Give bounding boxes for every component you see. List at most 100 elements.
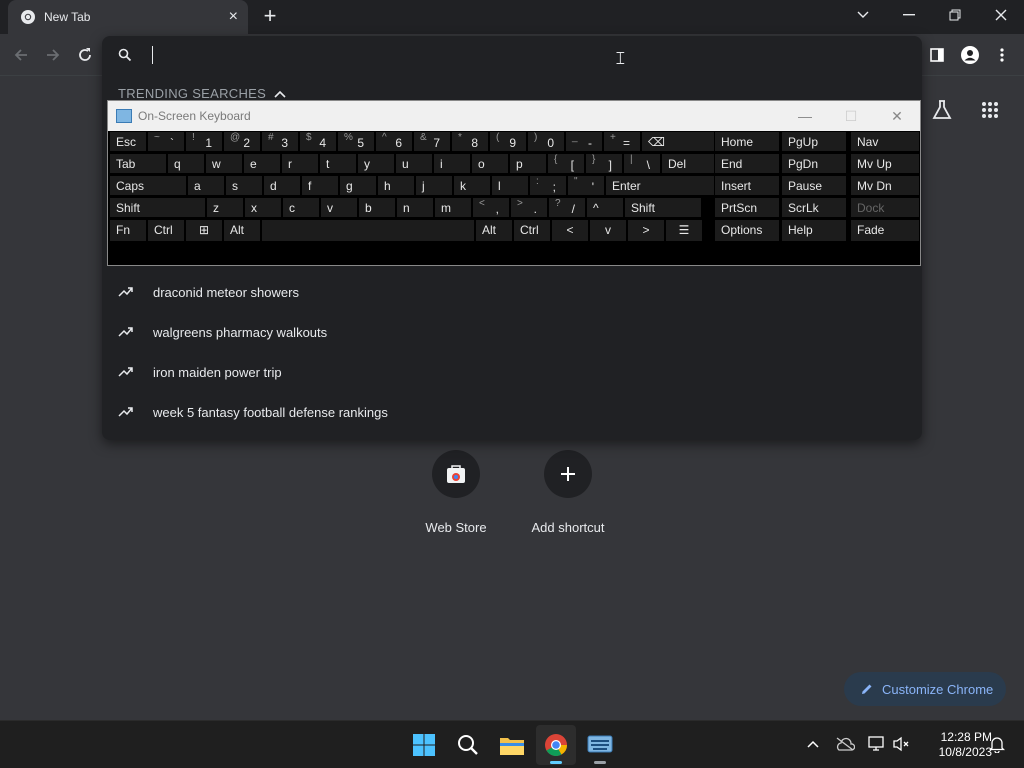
osk-key[interactable]: % 5 (337, 131, 375, 152)
osk-nav-key[interactable]: Fade (850, 219, 920, 242)
osk-key[interactable]: b (358, 197, 396, 218)
osk-key[interactable]: Esc (109, 131, 147, 152)
osk-key[interactable]: r (281, 153, 319, 174)
osk-key[interactable]: s (225, 175, 263, 196)
osk-key[interactable]: a (187, 175, 225, 196)
side-panel-icon[interactable] (925, 43, 949, 67)
suggestion-item[interactable]: walgreens pharmacy walkouts (102, 312, 922, 352)
new-tab-button[interactable]: + (258, 4, 282, 28)
osk-key[interactable]: t (319, 153, 357, 174)
shortcut-web-store[interactable]: Web Store (406, 450, 506, 535)
osk-nav-key[interactable]: ScrLk (781, 197, 847, 218)
volume-muted-icon[interactable] (890, 733, 912, 755)
osk-nav-key[interactable]: Pause (781, 175, 847, 196)
osk-key[interactable]: w (205, 153, 243, 174)
notification-bell-icon[interactable] (986, 733, 1008, 755)
osk-key[interactable]: <, (472, 197, 510, 218)
osk-key[interactable]: Ctrl (147, 219, 185, 242)
osk-key[interactable]: e (243, 153, 281, 174)
search-icon[interactable] (448, 725, 488, 765)
osk-key[interactable]: k (453, 175, 491, 196)
osk-key[interactable]: l (491, 175, 529, 196)
close-window-icon[interactable] (978, 0, 1024, 30)
osk-key[interactable]: o (471, 153, 509, 174)
osk-key[interactable]: >. (510, 197, 548, 218)
add-shortcut-button[interactable]: Add shortcut (518, 450, 618, 535)
osk-key[interactable]: ⌫ (641, 131, 719, 152)
suggestion-item[interactable]: week 5 fantasy football defense rankings (102, 392, 922, 432)
osk-minimize-icon[interactable]: — (782, 101, 828, 131)
osk-key[interactable]: j (415, 175, 453, 196)
file-explorer-icon[interactable] (492, 725, 532, 765)
osk-key[interactable]: & 7 (413, 131, 451, 152)
minimize-icon[interactable] (886, 0, 932, 30)
osk-key[interactable]: ☰ (665, 219, 703, 242)
start-icon[interactable] (404, 725, 444, 765)
osk-key[interactable]: Caps (109, 175, 187, 196)
suggestion-item[interactable]: draconid meteor showers (102, 272, 922, 312)
osk-key[interactable]: i (433, 153, 471, 174)
osk-key[interactable]: q (167, 153, 205, 174)
osk-key[interactable]: (9 (489, 131, 527, 152)
osk-nav-key[interactable]: Mv Up (850, 153, 920, 174)
osk-key[interactable]: Fn (109, 219, 147, 242)
customize-chrome-button[interactable]: Customize Chrome (844, 672, 1006, 706)
osk-nav-key[interactable]: Options (714, 219, 780, 242)
chrome-taskbar-icon[interactable] (536, 725, 576, 765)
onedrive-icon[interactable] (834, 733, 856, 755)
osk-close-icon[interactable]: ✕ (874, 101, 920, 131)
osk-key[interactable]: m (434, 197, 472, 218)
profile-icon[interactable] (958, 43, 982, 67)
osk-nav-key[interactable]: PrtScn (714, 197, 780, 218)
trending-header[interactable]: TRENDING SEARCHES (118, 86, 286, 101)
tab-new-tab[interactable]: New Tab × (8, 0, 248, 34)
osk-key[interactable]: Tab (109, 153, 167, 174)
osk-key[interactable]: ) 0 (527, 131, 565, 152)
apps-icon[interactable] (976, 96, 1004, 124)
osk-key[interactable]: Ctrl (513, 219, 551, 242)
osk-key[interactable]: v (320, 197, 358, 218)
osk-nav-key[interactable]: PgUp (781, 131, 847, 152)
osk-key[interactable]: g (339, 175, 377, 196)
restore-icon[interactable] (932, 0, 978, 30)
osk-key[interactable]: Shift (109, 197, 206, 218)
osk-key[interactable]: v (589, 219, 627, 242)
osk-key[interactable]: > (627, 219, 665, 242)
osk-nav-key[interactable]: End (714, 153, 780, 174)
osk-key[interactable]: @2 (223, 131, 261, 152)
osk-taskbar-icon[interactable] (580, 725, 620, 765)
osk-key[interactable]: :; (529, 175, 567, 196)
osk-key[interactable]: < (551, 219, 589, 242)
menu-icon[interactable] (990, 43, 1014, 67)
chevron-up-icon[interactable] (802, 733, 824, 755)
osk-nav-key[interactable]: Mv Dn (850, 175, 920, 196)
osk-key[interactable]: Alt (475, 219, 513, 242)
osk-key[interactable]: y (357, 153, 395, 174)
osk-space-key[interactable] (261, 219, 475, 242)
osk-key[interactable]: ^ (586, 197, 624, 218)
osk-key[interactable]: | \ (623, 153, 661, 174)
osk-key[interactable]: z (206, 197, 244, 218)
osk-key[interactable]: p (509, 153, 547, 174)
osk-key[interactable]: " ' (567, 175, 605, 196)
osk-key[interactable]: Alt (223, 219, 261, 242)
system-clock[interactable]: 12:28 PM 10/8/2023 (918, 730, 992, 760)
osk-key[interactable]: h (377, 175, 415, 196)
osk-nav-key[interactable]: Help (781, 219, 847, 242)
osk-nav-key[interactable]: Home (714, 131, 780, 152)
osk-key[interactable]: + = (603, 131, 641, 152)
osk-key[interactable]: x (244, 197, 282, 218)
osk-nav-key[interactable]: Nav (850, 131, 920, 152)
omnibox-input[interactable] (152, 46, 153, 64)
tab-search-icon[interactable] (840, 0, 886, 30)
osk-key[interactable]: #3 (261, 131, 299, 152)
osk-key[interactable]: ^ 6 (375, 131, 413, 152)
back-icon[interactable] (8, 42, 34, 68)
osk-key[interactable]: ⊞ (185, 219, 223, 242)
osk-key[interactable]: }] (585, 153, 623, 174)
labs-icon[interactable] (928, 96, 956, 124)
close-tab-button[interactable]: × (229, 9, 238, 25)
osk-key[interactable]: _ - (565, 131, 603, 152)
osk-title-bar[interactable]: On-Screen Keyboard — ☐ ✕ (108, 101, 920, 131)
suggestion-item[interactable]: iron maiden power trip (102, 352, 922, 392)
